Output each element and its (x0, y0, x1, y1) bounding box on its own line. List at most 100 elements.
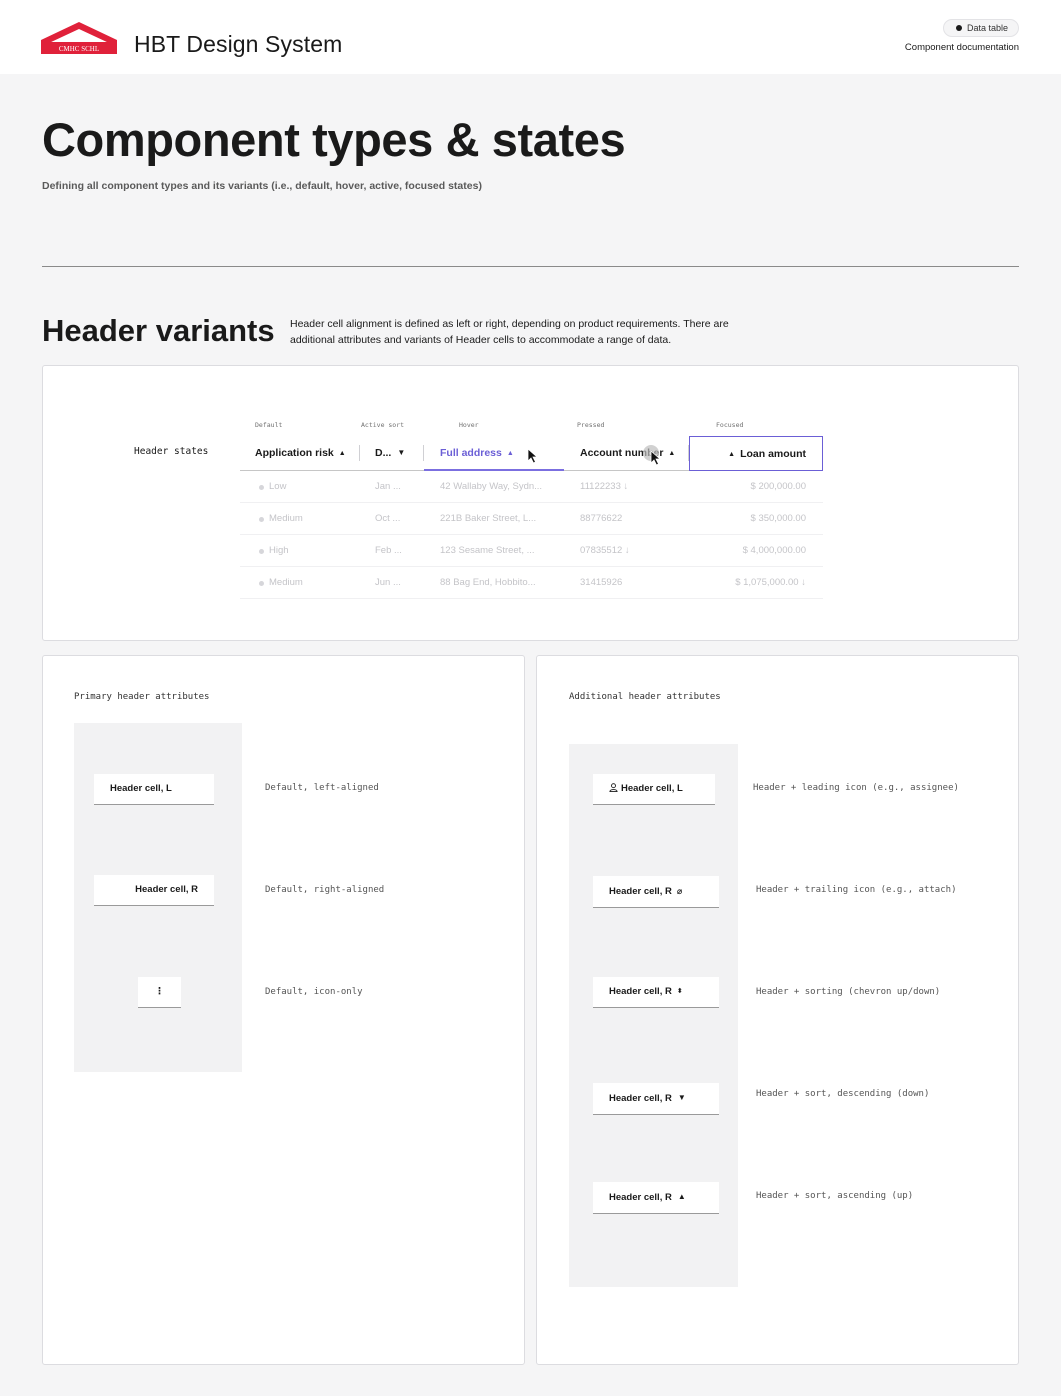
risk-dot-icon (259, 517, 264, 522)
attribute-description: Default, right-aligned (265, 885, 385, 895)
table-cell-value: 11122233 (580, 481, 621, 492)
table-cell: $ 350,000.00 (750, 513, 806, 524)
header-cell-right[interactable]: Header cell, R (94, 875, 214, 906)
risk-dot-icon (259, 581, 264, 586)
table-cell: $ 1,075,000.00 ↓ (735, 577, 806, 588)
table-cell: Feb ... (375, 545, 402, 556)
person-icon (609, 783, 618, 792)
header-label: D... (375, 447, 392, 459)
caret-down-icon: ▼ (397, 448, 406, 457)
attribute-description: Default, icon-only (265, 987, 363, 997)
sort-icon: ⬍ (676, 988, 683, 995)
doc-label: Component documentation (904, 42, 1019, 53)
header-cell-focused[interactable]: ▲ Loan amount (689, 436, 823, 471)
header-states-card: Header states Default Active sort Hover … (42, 365, 1019, 641)
sort-icon: ▲ (338, 450, 346, 457)
top-bar: CMHC SCHL HBT Design System Data table C… (0, 0, 1061, 74)
table-cell: Medium (269, 513, 303, 524)
header-states-label: Header states (134, 446, 209, 457)
page-title: Component types & states (42, 113, 626, 166)
header-cell-default[interactable]: Application risk ▲ (240, 436, 360, 470)
header-cell-trailing-icon[interactable]: Header cell, R ⌀ (593, 876, 719, 908)
header-cell-label: Header cell, L (621, 783, 683, 794)
header-cell-label: Header cell, R (609, 886, 672, 897)
state-label-hover: Hover (459, 421, 479, 429)
cursor-icon (527, 448, 539, 464)
additional-attributes-title: Additional header attributes (569, 692, 721, 702)
table-cell: 42 Wallaby Way, Sydn... (440, 481, 543, 492)
divider (42, 266, 1019, 267)
attribute-description: Default, left-aligned (265, 783, 379, 793)
table-cell: High (269, 545, 289, 556)
table-cell: 88776622 (580, 513, 623, 524)
table-row: High Feb ... 123 Sesame Street, ... 0783… (240, 535, 823, 567)
state-label-focused: Focused (716, 421, 744, 429)
header-cell-sort-ascending[interactable]: Header cell, R ▲ (593, 1182, 719, 1214)
sort-icon: ▲ (728, 451, 736, 458)
table-cell: Medium (269, 577, 303, 588)
state-label-active-sort: Active sort (361, 421, 405, 429)
table-row: Medium Jun ... 88 Bag End, Hobbito... 31… (240, 567, 823, 599)
header-cell-label: Header cell, R (609, 986, 672, 997)
more-vertical-icon: ⋮ (154, 986, 165, 997)
paperclip-icon: ⌀ (676, 886, 683, 896)
header-cell-label: Header cell, R (609, 1093, 672, 1104)
state-label-default: Default (255, 421, 283, 429)
sort-icon: ▲ (668, 450, 676, 457)
attribute-description: Header + sort, ascending (up) (756, 1191, 914, 1201)
caret-down-icon: ▼ (677, 1093, 686, 1102)
header-cell-active-sort[interactable]: D... ▼ (360, 436, 424, 470)
table-cell: $ 200,000.00 (750, 481, 806, 492)
cmhc-logo[interactable]: CMHC SCHL (41, 20, 117, 54)
table-row: Medium Oct ... 221B Baker Street, L... 8… (240, 503, 823, 535)
table-cell: 07835512 ↓ (580, 545, 630, 556)
table-cell: 221B Baker Street, L... (440, 513, 537, 524)
cursor-icon (650, 450, 662, 466)
primary-attributes-title: Primary header attributes (74, 692, 210, 702)
table-cell: 123 Sesame Street, ... (440, 545, 535, 556)
header-cell-left[interactable]: Header cell, L (94, 774, 214, 805)
brand-title: HBT Design System (134, 31, 343, 57)
header-label: Application risk (255, 447, 334, 459)
risk-dot-icon (259, 485, 264, 490)
caret-up-icon: ▲ (677, 1192, 686, 1201)
table-cell-value: $ 1,075,000.00 (735, 577, 799, 588)
table-cell: Low (269, 481, 287, 492)
attribute-description: Header + sort, descending (down) (756, 1089, 930, 1099)
header-cell-leading-icon[interactable]: Header cell, L (593, 774, 715, 805)
header-cell-label: Header cell, R (609, 1192, 672, 1203)
header-cell-label: Header cell, L (110, 783, 172, 794)
risk-dot-icon (259, 549, 264, 554)
state-label-pressed: Pressed (577, 421, 605, 429)
header-cell-label: Header cell, R (135, 884, 198, 895)
primary-attributes-card: Primary header attributes Header cell, L… (42, 655, 525, 1365)
additional-attributes-card: Additional header attributes Header cell… (536, 655, 1019, 1365)
header-cell-sort-descending[interactable]: Header cell, R ▼ (593, 1083, 719, 1115)
attribute-description: Header + leading icon (e.g., assignee) (753, 783, 959, 793)
page-subtitle: Defining all component types and its var… (42, 180, 482, 192)
table-cell: 31415926 (580, 577, 623, 588)
table-cell: 11122233 ↓ (580, 481, 629, 492)
svg-text:CMHC SCHL: CMHC SCHL (59, 45, 99, 53)
header-cell-icon-only[interactable]: ⋮ (138, 977, 181, 1008)
section-description: Header cell alignment is defined as left… (290, 318, 729, 346)
table-cell-value: 07835512 (580, 545, 623, 556)
table-row: Low Jan ... 42 Wallaby Way, Sydn... 1112… (240, 471, 823, 503)
header-cell-sorting[interactable]: Header cell, R ⬍ (593, 977, 719, 1008)
badge-dot-icon (955, 25, 962, 31)
table-cell: Jan ... (375, 481, 401, 492)
table-cell: 88 Bag End, Hobbito... (440, 577, 536, 588)
table-cell: $ 4,000,000.00 (742, 545, 806, 556)
attribute-description: Header + trailing icon (e.g., attach) (756, 885, 957, 895)
attribute-description: Header + sorting (chevron up/down) (756, 987, 941, 997)
header-label: Full address (440, 447, 502, 459)
sort-icon: ▲ (506, 450, 514, 457)
table-cell: Jun ... (375, 577, 401, 588)
header-label: Loan amount (740, 448, 806, 460)
badge-label: Data table (966, 23, 1008, 33)
data-table-badge: Data table (942, 19, 1019, 37)
section-title: Header variants (42, 313, 275, 348)
header-cell-hover[interactable]: Full address ▲ (424, 436, 564, 471)
table-cell: Oct ... (375, 513, 401, 524)
header-cell-pressed[interactable]: Account number ▲ (564, 436, 689, 470)
